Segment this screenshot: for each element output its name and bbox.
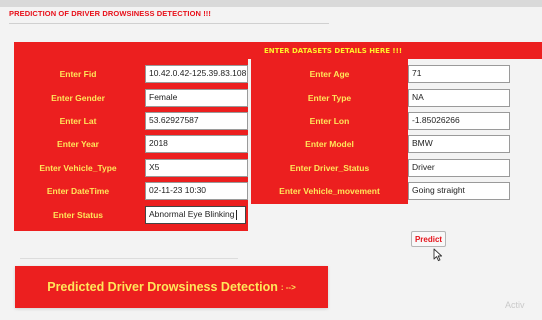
model-input[interactable]: BMW (408, 135, 510, 153)
mouse-pointer-icon (433, 248, 443, 262)
status-label: Enter Status (52, 210, 104, 220)
fid-input[interactable]: 10.42.0.42-125.39.83.108 (145, 65, 248, 83)
page-title: PREDICTION OF DRIVER DROWSINESS DETECTIO… (9, 9, 212, 18)
datetime-input[interactable]: 02-11-23 10:30 (145, 182, 248, 200)
vehicle-movement-input[interactable]: Going straight (408, 182, 510, 200)
type-label: Enter Type (307, 93, 352, 103)
form-right-panel (251, 59, 408, 204)
model-label: Enter Model (305, 139, 354, 149)
watermark: Activ (505, 300, 525, 310)
prediction-result-text: Predicted Driver Drowsiness Detection (47, 280, 278, 294)
lat-label: Enter Lat (59, 116, 97, 126)
year-label: Enter Year (57, 139, 99, 149)
driver-status-label: Enter Driver_Status (289, 163, 370, 173)
vehicle-type-label: Enter Vehicle_Type (39, 163, 117, 173)
lat-input[interactable]: 53.62927587 (145, 112, 248, 130)
status-input-value: Abnormal Eye Blinking (149, 209, 235, 219)
top-strip (0, 0, 542, 7)
age-input[interactable]: 71 (408, 65, 510, 83)
lon-input[interactable]: -1.85026266 (408, 112, 510, 130)
age-label: Enter Age (309, 69, 350, 79)
gender-label: Enter Gender (51, 93, 105, 103)
vehicle-type-input[interactable]: X5 (145, 159, 248, 177)
type-input[interactable]: NA (408, 89, 510, 107)
fid-label: Enter Fid (59, 69, 97, 79)
status-input[interactable]: Abnormal Eye Blinking (145, 206, 246, 224)
predict-button[interactable]: Predict (411, 231, 446, 247)
form-header: ENTER DATASETS DETAILS HERE !!! (14, 42, 542, 59)
vehicle-movement-label: Enter Vehicle_movement (279, 186, 380, 196)
driver-status-input[interactable]: Driver (408, 159, 510, 177)
section-divider (20, 258, 238, 259)
lon-label: Enter Lon (309, 116, 350, 126)
datetime-label: Enter DateTime (46, 186, 110, 196)
text-caret (235, 209, 237, 220)
prediction-result-arrow: : --> (280, 282, 296, 292)
gender-input[interactable]: Female (145, 89, 248, 107)
year-input[interactable]: 2018 (145, 135, 248, 153)
prediction-result-bar: Predicted Driver Drowsiness Detection : … (15, 266, 328, 308)
title-divider (9, 23, 329, 24)
